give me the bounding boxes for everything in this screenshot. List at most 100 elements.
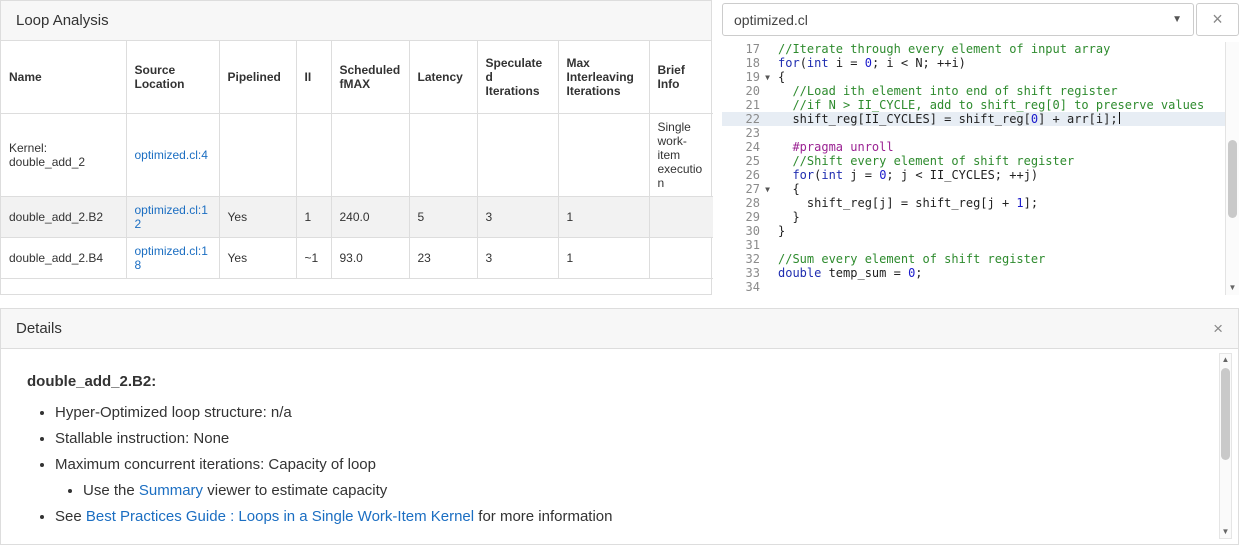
source-location-link[interactable]: optimized.cl:4 [135,148,208,162]
details-bullet: Use the Summary viewer to estimate capac… [83,482,1212,500]
loop-analysis-title: Loop Analysis [16,12,109,29]
fold-icon[interactable]: ▼ [765,71,770,85]
code-line[interactable]: 23 [722,126,1225,140]
code-scrollbar-thumb[interactable] [1228,140,1237,218]
line-number: 24 [722,140,770,154]
code-line[interactable]: 27▼ { [722,182,1225,196]
column-header: Source Location [126,41,219,113]
code-line[interactable]: 33 double temp_sum = 0; [722,266,1225,280]
details-bullet-list: Hyper-Optimized loop structure: n/aStall… [27,404,1212,526]
details-header: Details × [1,309,1238,349]
code-text: for(int i = 0; i < N; ++i) [778,56,966,70]
table-cell [649,237,713,278]
code-panel-close-button[interactable]: × [1196,3,1239,36]
details-panel: Details × double_add_2.B2: Hyper-Optimiz… [0,308,1239,545]
details-bullet: Stallable instruction: None [55,430,1212,448]
code-line[interactable]: 18 for(int i = 0; i < N; ++i) [722,56,1225,70]
column-header: Name [1,41,126,113]
table-cell [477,113,558,196]
scroll-down-icon[interactable]: ▼ [1220,527,1231,537]
details-scrollbar-thumb[interactable] [1221,368,1230,460]
code-text: //Iterate through every element of input… [778,42,1110,56]
details-heading: double_add_2.B2: [27,373,1212,390]
scroll-up-icon[interactable]: ▲ [1220,355,1231,365]
code-text: } [778,210,800,224]
code-line[interactable]: 28 shift_reg[j] = shift_reg[j + 1]; [722,196,1225,210]
code-line[interactable]: 26 for(int j = 0; j < II_CYCLES; ++j) [722,168,1225,182]
details-bullet: See Best Practices Guide : Loops in a Si… [55,508,1212,526]
details-scrollbar[interactable]: ▲ ▼ [1219,353,1232,539]
scroll-down-icon[interactable]: ▼ [1226,283,1239,293]
column-header: Scheduled fMAX [331,41,409,113]
details-bullet: Maximum concurrent iterations: Capacity … [55,456,1212,500]
table-header-row: NameSource LocationPipelinedIIScheduled … [1,41,713,113]
file-bar: optimized.cl ▼ × [722,3,1239,36]
file-selector-dropdown[interactable]: optimized.cl ▼ [722,3,1194,36]
text-cursor [1119,112,1120,124]
details-link[interactable]: Best Practices Guide : Loops in a Single… [86,508,474,525]
table-cell: 1 [558,237,649,278]
line-number: 27▼ [722,182,770,196]
line-number: 17 [722,42,770,56]
table-cell[interactable]: optimized.cl:4 [126,113,219,196]
column-header: Max Interleaving Iterations [558,41,649,113]
table-cell: ~1 [296,237,331,278]
table-cell: 3 [477,237,558,278]
table-cell [219,113,296,196]
source-location-link[interactable]: optimized.cl:12 [135,203,208,231]
code-text: //if N > II_CYCLE, add to shift_reg[0] t… [778,98,1204,112]
loop-analysis-panel: Loop Analysis NameSource LocationPipelin… [0,0,712,295]
table-cell[interactable]: optimized.cl:18 [126,237,219,278]
code-panel: optimized.cl ▼ × 17 //Iterate through eve… [722,0,1239,295]
code-line[interactable]: 34 [722,280,1225,294]
code-line[interactable]: 17 //Iterate through every element of inp… [722,42,1225,56]
column-header: Pipelined [219,41,296,113]
dropdown-caret-icon: ▼ [1172,14,1182,25]
code-line[interactable]: 30} [722,224,1225,238]
table-cell: Yes [219,196,296,237]
table-cell: 23 [409,237,477,278]
table-row[interactable]: double_add_2.B4optimized.cl:18Yes~193.02… [1,237,713,278]
code-line[interactable]: 29 } [722,210,1225,224]
details-title: Details [16,320,62,337]
code-line[interactable]: 25 //Shift every element of shift regist… [722,154,1225,168]
line-number: 30 [722,224,770,238]
loop-analysis-table: NameSource LocationPipelinedIIScheduled … [1,41,713,279]
line-number: 23 [722,126,770,140]
code-line[interactable]: 20 //Load ith element into end of shift … [722,84,1225,98]
table-cell: Yes [219,237,296,278]
line-number: 32 [722,252,770,266]
line-number: 18 [722,56,770,70]
code-text: double temp_sum = 0; [778,266,923,280]
table-row[interactable]: Kernel: double_add_2optimized.cl:4Single… [1,113,713,196]
code-line[interactable]: 19▼{ [722,70,1225,84]
source-location-link[interactable]: optimized.cl:18 [135,244,208,272]
column-header: Latency [409,41,477,113]
line-number: 31 [722,238,770,252]
table-cell [296,113,331,196]
code-line[interactable]: 24 #pragma unroll [722,140,1225,154]
code-text: { [778,182,800,196]
table-row[interactable]: double_add_2.B2optimized.cl:12Yes1240.05… [1,196,713,237]
line-number: 20 [722,84,770,98]
table-cell: double_add_2.B2 [1,196,126,237]
details-sub-list: Use the Summary viewer to estimate capac… [55,482,1212,500]
details-link[interactable]: Summary [139,482,203,499]
code-scrollbar[interactable]: ▼ [1225,42,1239,295]
table-cell [649,196,713,237]
code-line[interactable]: 22 shift_reg[II_CYCLES] = shift_reg[0] +… [722,112,1225,126]
code-editor[interactable]: 17 //Iterate through every element of inp… [722,42,1225,295]
code-line[interactable]: 21 //if N > II_CYCLE, add to shift_reg[0… [722,98,1225,112]
code-line[interactable]: 31 [722,238,1225,252]
table-cell: 3 [477,196,558,237]
column-header: Brief Info [649,41,713,113]
fold-icon[interactable]: ▼ [765,183,770,197]
code-line[interactable]: 32//Sum every element of shift register [722,252,1225,266]
table-cell: 5 [409,196,477,237]
code-text: shift_reg[II_CYCLES] = shift_reg[0] + ar… [778,112,1120,126]
details-close-button[interactable]: × [1213,319,1223,339]
code-text: //Load ith element into end of shift reg… [778,84,1118,98]
line-number: 33 [722,266,770,280]
code-text: shift_reg[j] = shift_reg[j + 1]; [778,196,1038,210]
table-cell[interactable]: optimized.cl:12 [126,196,219,237]
